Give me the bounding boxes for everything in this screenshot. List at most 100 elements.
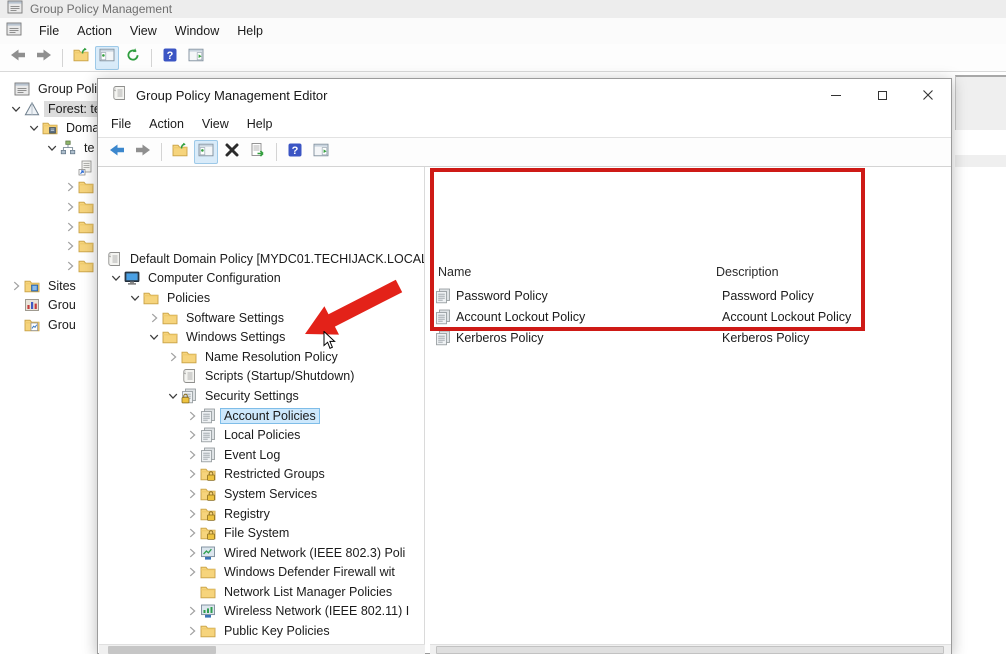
editor-tree-item-wireless-network-ieee-802-11-i[interactable]: Wireless Network (IEEE 802.11) I [98, 602, 424, 622]
editor-titlebar[interactable]: Group Policy Management Editor [98, 79, 951, 111]
up-one-level-button[interactable] [69, 46, 93, 70]
editor-tree-item-local-policies[interactable]: Local Policies [98, 425, 424, 445]
editor-tree-item-software-settings[interactable]: Software Settings [98, 308, 424, 328]
list-pane-hscrollbar[interactable] [430, 644, 951, 654]
chevron-right-icon[interactable] [184, 447, 200, 463]
list-item-kerberos-policy[interactable]: Kerberos PolicyKerberos Policy [435, 327, 951, 348]
maximize-button[interactable] [859, 79, 905, 111]
editor-tree-item-event-log[interactable]: Event Log [98, 445, 424, 465]
list-item-description: Account Lockout Policy [722, 310, 851, 324]
editor-menu-action[interactable]: Action [140, 114, 193, 134]
editor-tree-item-system-services[interactable]: System Services [98, 484, 424, 504]
editor-tree-pane: Default Domain Policy [MYDC01.TECHIJACK.… [98, 167, 425, 653]
chevron-right-icon[interactable] [184, 564, 200, 580]
chevron-down-icon[interactable] [108, 270, 124, 286]
chevron-right-icon[interactable] [184, 623, 200, 639]
editor-tree-item-security-settings[interactable]: Security Settings [98, 386, 424, 406]
tree-hscroll-thumb[interactable] [108, 646, 216, 654]
chevron-right-icon[interactable] [184, 525, 200, 541]
bg-menu-window[interactable]: Window [166, 21, 228, 41]
chevron-down-icon[interactable] [8, 101, 24, 117]
back-button[interactable] [105, 140, 129, 164]
bg-menu-view[interactable]: View [121, 21, 166, 41]
chevron-right-icon[interactable] [184, 427, 200, 443]
bg-window-title: Group Policy Management [30, 2, 172, 16]
chevron-right-icon[interactable] [184, 603, 200, 619]
help-button[interactable]: ? [158, 46, 182, 70]
forward-button[interactable] [131, 140, 155, 164]
bg-tree-label: Grou [44, 317, 80, 333]
chevron-right-icon[interactable] [165, 349, 181, 365]
bg-menu-action[interactable]: Action [68, 21, 121, 41]
show-action-pane-button[interactable] [309, 140, 333, 164]
editor-tree-item-name-resolution-policy[interactable]: Name Resolution Policy [98, 347, 424, 367]
editor-tree-item-wired-network-ieee-802-3-poli[interactable]: Wired Network (IEEE 802.3) Poli [98, 543, 424, 563]
chevron-down-icon[interactable] [26, 120, 42, 136]
chevron-right-icon[interactable] [62, 199, 78, 215]
editor-tree-item-computer-configuration[interactable]: Computer Configuration [98, 269, 424, 289]
editor-menu-view[interactable]: View [193, 114, 238, 134]
chevron-right-icon[interactable] [62, 179, 78, 195]
close-button[interactable] [905, 79, 951, 111]
list-item-account-lockout-policy[interactable]: Account Lockout PolicyAccount Lockout Po… [435, 306, 951, 327]
chevron-right-icon[interactable] [62, 238, 78, 254]
back-button[interactable] [6, 46, 30, 70]
policy-icon [200, 427, 216, 443]
editor-tree-label: System Services [220, 486, 321, 502]
delete-button[interactable] [220, 140, 244, 164]
list-item-name: Password Policy [456, 289, 548, 303]
editor-menu-help[interactable]: Help [238, 114, 282, 134]
bg-menu-help[interactable]: Help [228, 21, 272, 41]
arrow-left-icon [10, 47, 26, 68]
column-header-description[interactable]: Description [716, 265, 779, 279]
editor-tree-label: Scripts (Startup/Shutdown) [201, 368, 358, 384]
minimize-button[interactable] [813, 79, 859, 111]
editor-tree-label: Windows Settings [182, 329, 289, 345]
chevron-right-icon[interactable] [184, 545, 200, 561]
editor-tree-item-account-policies[interactable]: Account Policies [98, 406, 424, 426]
refresh-button[interactable] [121, 46, 145, 70]
editor-tree-item-network-list-manager-policies[interactable]: Network List Manager Policies [98, 582, 424, 602]
chevron-right-icon[interactable] [184, 486, 200, 502]
chevron-right-icon[interactable] [184, 466, 200, 482]
editor-tree-item-file-system[interactable]: File System [98, 523, 424, 543]
column-header-name[interactable]: Name [438, 265, 471, 279]
export-list-button[interactable] [246, 140, 270, 164]
editor-tree-item-windows-settings[interactable]: Windows Settings [98, 327, 424, 347]
editor-tree-item-policies[interactable]: Policies [98, 288, 424, 308]
show-console-tree-button[interactable] [95, 46, 119, 70]
bg-titlebar: Group Policy Management [0, 0, 1006, 18]
up-one-level-button[interactable] [168, 140, 192, 164]
editor-tree-item-registry[interactable]: Registry [98, 504, 424, 524]
chevron-right-icon[interactable] [184, 506, 200, 522]
editor-tree-item-default-domain-policy-mydc01-techijack-local[interactable]: Default Domain Policy [MYDC01.TECHIJACK.… [98, 249, 424, 269]
chevron-down-icon[interactable] [44, 140, 60, 156]
chevron-right-icon[interactable] [8, 278, 24, 294]
chevron-down-icon[interactable] [165, 388, 181, 404]
list-hscroll-thumb[interactable] [436, 646, 944, 654]
chevron-down-icon[interactable] [146, 329, 162, 345]
forward-button[interactable] [32, 46, 56, 70]
editor-tree-item-scripts-startup-shutdown[interactable]: Scripts (Startup/Shutdown) [98, 367, 424, 387]
chevron-right-icon[interactable] [184, 408, 200, 424]
editor-tree-item-restricted-groups[interactable]: Restricted Groups [98, 465, 424, 485]
editor-menu-file[interactable]: File [102, 114, 140, 134]
domain-icon [60, 140, 76, 156]
show-console-tree-button[interactable] [194, 140, 218, 164]
bg-menu-file[interactable]: File [30, 21, 68, 41]
editor-tree-item-public-key-policies[interactable]: Public Key Policies [98, 621, 424, 641]
sites-folder-icon [24, 278, 40, 294]
editor-tree-item-windows-defender-firewall-wit[interactable]: Windows Defender Firewall wit [98, 563, 424, 583]
tree-pane-hscrollbar[interactable] [99, 644, 425, 654]
editor-tree-label: Security Settings [201, 388, 303, 404]
folder-icon [200, 623, 216, 639]
chevron-right-icon[interactable] [62, 219, 78, 235]
help-button[interactable]: ? [283, 140, 307, 164]
chevron-down-icon[interactable] [127, 290, 143, 306]
show-action-pane-button[interactable] [184, 46, 208, 70]
svg-text:?: ? [167, 50, 174, 62]
editor-tree-label: Software Settings [182, 310, 288, 326]
chevron-right-icon[interactable] [146, 310, 162, 326]
chevron-right-icon[interactable] [62, 258, 78, 274]
list-item-password-policy[interactable]: Password PolicyPassword Policy [435, 285, 951, 306]
